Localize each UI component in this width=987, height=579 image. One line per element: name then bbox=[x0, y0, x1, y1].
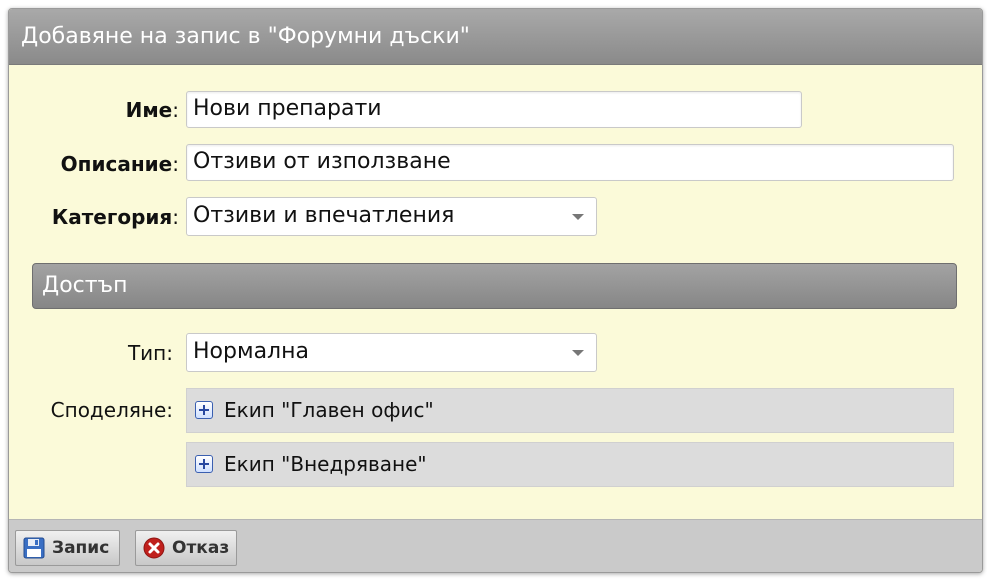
cancel-button-label: Отказ bbox=[172, 538, 230, 558]
name-label-colon: : bbox=[172, 98, 179, 122]
share-team-implementation[interactable]: Екип "Внедряване" bbox=[186, 442, 954, 487]
name-label-text: Име bbox=[125, 98, 173, 122]
description-input-value: Отзиви от използване bbox=[193, 149, 451, 174]
type-select[interactable]: Нормална bbox=[186, 333, 597, 372]
description-label-text: Описание bbox=[60, 152, 173, 176]
close-circle-icon bbox=[143, 537, 165, 559]
cancel-button[interactable]: Отказ bbox=[135, 530, 237, 566]
plus-square-icon[interactable] bbox=[195, 401, 213, 419]
type-label: Тип: bbox=[127, 341, 173, 365]
description-input[interactable]: Отзиви от използване bbox=[186, 144, 954, 181]
category-select-value: Отзиви и впечатления bbox=[193, 203, 455, 228]
chevron-down-icon bbox=[572, 214, 584, 220]
share-team-main-office[interactable]: Екип "Главен офис" bbox=[186, 388, 954, 433]
type-select-value: Нормална bbox=[193, 339, 309, 364]
dialog-footer: Запис Отказ bbox=[9, 519, 982, 572]
save-button-label: Запис bbox=[52, 538, 110, 558]
dialog-title: Добавяне на запис в "Форумни дъски" bbox=[9, 9, 982, 65]
description-label-colon: : bbox=[172, 152, 179, 176]
category-label-colon: : bbox=[172, 205, 179, 229]
category-label: Категория: bbox=[9, 205, 179, 229]
name-label: Име: bbox=[9, 98, 179, 122]
description-label: Описание: bbox=[9, 152, 179, 176]
name-input-value: Нови препарати bbox=[193, 96, 382, 121]
category-label-text: Категория bbox=[51, 205, 173, 229]
share-label: Споделяне: bbox=[50, 398, 173, 422]
access-section-header: Достъп bbox=[32, 263, 957, 309]
floppy-disk-icon bbox=[23, 537, 45, 559]
plus-square-icon[interactable] bbox=[195, 455, 213, 473]
category-select[interactable]: Отзиви и впечатления bbox=[186, 197, 597, 236]
team-label: Екип "Главен офис" bbox=[224, 398, 434, 422]
team-label: Екип "Внедряване" bbox=[224, 452, 427, 476]
name-input[interactable]: Нови препарати bbox=[186, 91, 802, 128]
chevron-down-icon bbox=[572, 350, 584, 356]
save-button[interactable]: Запис bbox=[15, 530, 120, 566]
add-record-dialog: Добавяне на запис в "Форумни дъски" Име:… bbox=[8, 8, 983, 573]
